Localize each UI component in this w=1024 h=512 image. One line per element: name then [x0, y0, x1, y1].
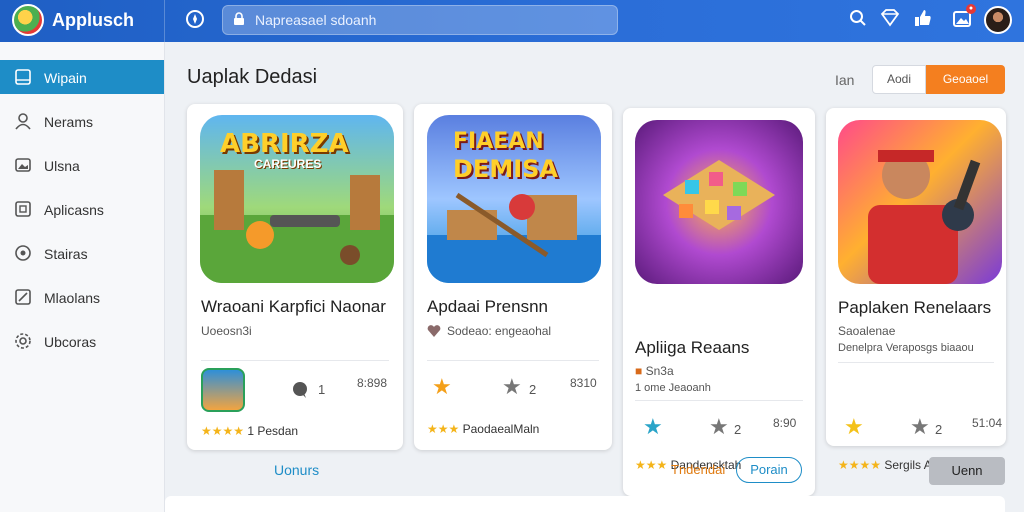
sidebar-item-wipain[interactable]: Wipain [0, 60, 164, 94]
rating-stars: ★★★ PaodaealMaln [427, 422, 539, 436]
app-name: Paplaken Renelaars [838, 298, 992, 317]
app-card[interactable]: FIAEAN DEMISA Apdaai Prensnn Sodeao: eng… [414, 104, 612, 450]
sidebar-item-nerams[interactable]: Nerams [0, 104, 164, 138]
sidebar-item-label: Wipain [44, 70, 87, 86]
circle-icon [14, 244, 32, 262]
sidebar-item-ubcoras[interactable]: Ubcoras [0, 324, 164, 358]
app-subtitle-text: Sn3a [645, 364, 674, 378]
rating-stars: ★★★★ 1 Pesdan [201, 424, 298, 438]
badge-icon: ■ [635, 364, 643, 378]
app-artwork[interactable]: FIAEAN DEMISA [427, 115, 601, 283]
developer-label: Tndendai [671, 462, 726, 477]
thumbs-up-icon[interactable] [912, 9, 934, 31]
compass-icon[interactable] [184, 9, 206, 31]
bottom-panel [165, 496, 1005, 512]
developer-avatar[interactable] [201, 368, 245, 412]
download-count: 51:04 [972, 416, 1003, 430]
search-input[interactable] [255, 10, 605, 30]
star-icon[interactable]: ★ [844, 416, 864, 438]
chat-icon[interactable] [290, 381, 310, 404]
install-button[interactable]: Porain [736, 457, 802, 483]
divider [427, 360, 599, 361]
rating-label: 1 Pesdan [247, 424, 299, 438]
sidebar-item-ulsna[interactable]: Ulsna [0, 148, 164, 182]
app-name: Apliiga Reaans [635, 338, 750, 357]
star-rating-icon: ★★★ [635, 458, 668, 472]
art-subtitle: CAREURES [254, 157, 322, 171]
art-subtitle: DEMISA [453, 155, 558, 183]
download-count: 8:90 [773, 416, 797, 430]
art-title: FIAEAN [453, 129, 544, 154]
rating-count: 1 [318, 382, 326, 397]
sidebar-item-label: Nerams [44, 114, 94, 130]
app-meta: Denelpra Veraposgs biaaou [838, 342, 974, 354]
lock-icon [233, 12, 245, 29]
app-subtitle: Uoeosn3i [201, 324, 252, 338]
star-rating-icon: ★★★★ [201, 424, 245, 438]
app-subtitle: Saoalenae [838, 324, 896, 338]
sidebar-item-label: Ulsna [44, 158, 80, 174]
star-rating-icon: ★★★★ [838, 458, 882, 472]
sidebar-item-stairas[interactable]: Stairas [0, 236, 164, 270]
app-artwork[interactable]: ABRIRZA CAREURES [200, 115, 394, 283]
search-icon[interactable] [847, 9, 869, 31]
star-outline-icon[interactable]: ★ [709, 416, 729, 438]
main-content: Uaplak Dedasi Ian Aodi Geoaoel ABRIRZA C… [165, 42, 1024, 512]
diamond-icon[interactable] [879, 9, 901, 31]
top-bar: Applusch ● [0, 0, 1024, 42]
app-subtitle: ■ Sn3a [635, 364, 674, 378]
app-logo[interactable] [12, 4, 44, 36]
sidebar-item-label: Aplicasns [44, 202, 104, 218]
page-title: Uaplak Dedasi [187, 66, 318, 88]
load-more-link[interactable]: Uonurs [274, 462, 319, 478]
image-icon [14, 156, 32, 174]
app-title: Applusch [52, 10, 135, 30]
star-outline-icon[interactable]: ★ [910, 416, 930, 438]
sidebar-item-mlaolans[interactable]: Mlaolans [0, 280, 164, 314]
app-card[interactable]: ABRIRZA CAREURES Wraoani Karpfici Naonar… [187, 104, 403, 450]
tablet-icon [14, 68, 32, 86]
rating-count: 2 [935, 422, 943, 437]
user-avatar[interactable] [984, 6, 1012, 34]
pen-icon [14, 288, 32, 306]
app-artwork[interactable] [635, 120, 803, 284]
sidebar-item-aplicasns[interactable]: Aplicasns [0, 192, 164, 226]
sidebar-item-label: Stairas [44, 246, 88, 262]
rating-label: PaodaealMaln [462, 422, 540, 436]
download-count: 8:898 [357, 376, 388, 390]
rating-count: 2 [734, 422, 742, 437]
sidebar: Wipain Nerams Ulsna Aplicasns Stairas Ml… [0, 42, 165, 512]
primary-button[interactable]: Geoaoel [926, 65, 1005, 94]
app-name: Apdaai Prensnn [427, 297, 548, 316]
app-card[interactable]: Paplaken Renelaars Saoalenae Denelpra Ve… [826, 108, 1006, 472]
notification-badge: ● [966, 4, 976, 14]
gear-icon [14, 332, 32, 350]
user-icon [14, 112, 32, 130]
divider [164, 0, 165, 42]
art-title: ABRIRZA [220, 129, 349, 159]
sidebar-item-label: Ubcoras [44, 334, 97, 350]
app-card[interactable]: Apliiga Reaans ■ Sn3a 1 ome Jeaoanh ★ ★ … [623, 108, 815, 512]
star-outline-icon[interactable]: ★ [502, 376, 522, 398]
star-rating-icon: ★★★ [427, 422, 460, 436]
download-count: 8310 [570, 376, 597, 390]
apps-icon [14, 200, 32, 218]
star-icon[interactable]: ★ [643, 416, 663, 438]
secondary-button[interactable]: Aodi [872, 65, 926, 94]
app-artwork[interactable] [838, 120, 1002, 284]
star-icon[interactable]: ★ [432, 376, 452, 398]
sort-label: Ian [835, 72, 855, 88]
app-subtitle: Sodeao: engeaohal [447, 324, 552, 338]
heart-icon [427, 324, 441, 343]
divider [635, 400, 803, 401]
app-meta: 1 ome Jeaoanh [635, 382, 711, 394]
divider [838, 362, 994, 363]
app-name: Wraoani Karpfici Naonar [201, 297, 386, 316]
sidebar-item-label: Mlaolans [44, 290, 101, 306]
rating-count: 2 [529, 382, 537, 397]
divider [201, 360, 389, 361]
more-button[interactable]: Uenn [929, 457, 1005, 485]
search-bar[interactable] [222, 5, 618, 35]
